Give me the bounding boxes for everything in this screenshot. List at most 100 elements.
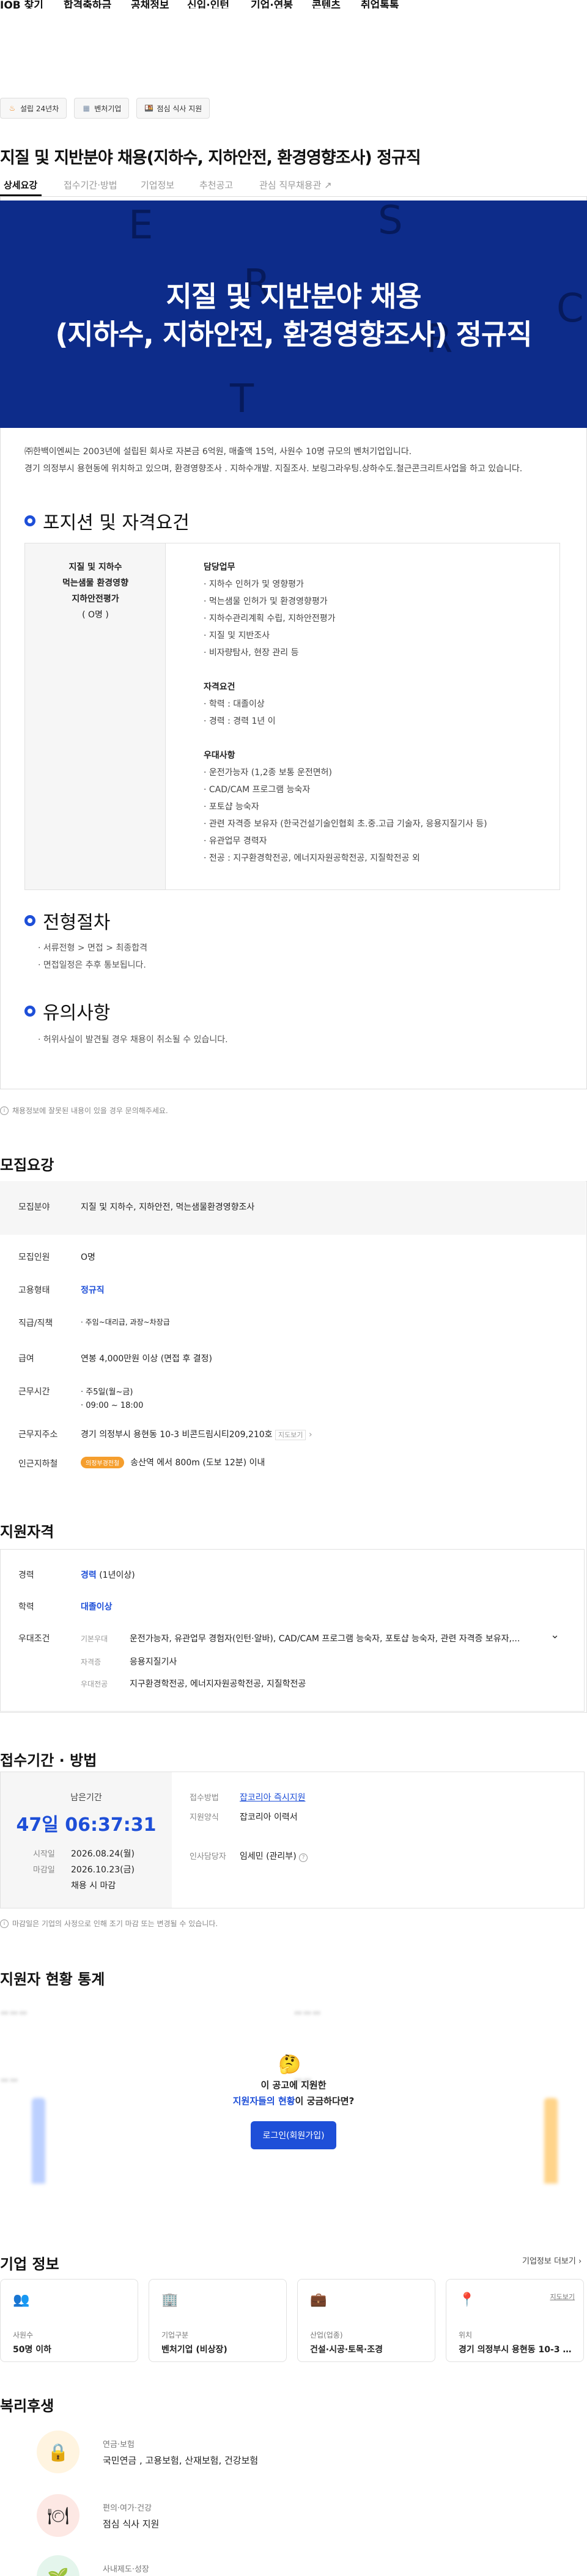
position-table: 지질 및 지하수 먹는샘물 환경영향 지하안전평가 ( O명 ) 담당업무 · … (24, 543, 560, 890)
welfare-value: 국민연금 , 고용보험, 산재보험, 건강보험 (103, 2455, 259, 2466)
caution-heading: 유의사항 (24, 998, 110, 1025)
pref-key: 기본우대 (81, 1635, 108, 1643)
banner-title-line2: (지하수, 지하안전, 환경영향조사) 정규직 (55, 318, 532, 351)
process-heading: 전형절차 (24, 907, 110, 934)
process-item: · 서류전형 > 면접 > 최종합격 (38, 943, 147, 953)
recruit-label: 고용형태 (18, 1286, 50, 1295)
login-button[interactable]: 로그인(회원가입) (251, 2121, 336, 2149)
section-dot-icon (24, 515, 35, 526)
nav-item[interactable]: 기업·연봉 (251, 0, 293, 9)
active-tab-indicator (0, 194, 42, 196)
stats-blurred-area: ▬▬▬ ▬▬▬ ▬▬ ▬▬ (0, 1994, 585, 2239)
start-label: 시작일 (33, 1850, 55, 1859)
recruit-label: 인근지하철 (18, 1459, 58, 1469)
top-navigation: JOB 찾기 합격축하금 공채정보 신입·인턴 기업·연봉 콘텐츠 취업톡톡 (0, 0, 587, 9)
caution-item: · 허위사실이 발견될 경우 채용이 취소될 수 있습니다. (38, 1035, 228, 1045)
recruit-label: 직급/직책 (18, 1319, 53, 1328)
briefcase-icon: 💼 (310, 2292, 327, 2308)
chip-meal: 🍱 점심 식사 지원 (136, 98, 210, 119)
company-intro: ㈜한백이엔씨는 2003년에 설립된 회사로 자본금 6억원, 매출액 15억,… (24, 447, 412, 457)
section-dot-icon (24, 1006, 35, 1017)
stats-line1: 이 공고에 지원한 (260, 2080, 327, 2091)
banner-title-line1: 지질 및 지반분야 채용 (166, 280, 422, 313)
chevron-right-icon: › (308, 1430, 312, 1440)
nav-item[interactable]: JOB 찾기 (0, 0, 43, 9)
nav-item[interactable]: 합격축하금 (64, 0, 111, 9)
tab-recommend[interactable]: 추천공고 (199, 178, 233, 191)
pref-item: · CAD/CAM 프로그램 능숙자 (204, 785, 311, 795)
tab-company[interactable]: 기업정보 (141, 178, 174, 191)
position-name: 지질 및 지하수 (68, 562, 122, 572)
company-more-link[interactable]: 기업정보 더보기 › (522, 2254, 581, 2266)
growth-icon: 🌱 (37, 2555, 79, 2576)
form-value: 잡코리아 이력서 (240, 1812, 298, 1822)
nav-item[interactable]: 신입·인턴 (187, 0, 229, 9)
duty-item: · 지하수관리계획 수립, 지하안전평가 (204, 614, 336, 624)
qualify-label: 우대조건 (18, 1634, 50, 1644)
recruit-value: 지질 및 지하수, 지하안전, 먹는샘물환경영향조사 (81, 1202, 255, 1212)
info-icon: i (0, 1106, 9, 1115)
pref-item: · 운전가능자 (1,2종 보통 운전면허) (204, 768, 333, 778)
thinking-emoji-icon: 🤔 (278, 2054, 301, 2075)
detail-tabs: 상세요강 접수기간·방법 기업정보 추천공고 관심 직무채용관 ↗ (0, 172, 587, 197)
welfare-label: 연금·보험 (103, 2440, 135, 2449)
recruit-value: · 주임~대리급, 과장~차장급 (81, 1318, 170, 1327)
welfare-heading: 복리후생 (0, 2398, 54, 2415)
qualify-heading: 지원자격 (0, 1523, 54, 1540)
duty-item: · 지질 및 지반조사 (204, 631, 270, 641)
recruit-label: 모집분야 (18, 1202, 50, 1212)
building-icon: ▦ (83, 104, 90, 112)
end-date: 2026.10.23(금) (71, 1865, 135, 1875)
external-link-icon: ↗ (324, 180, 332, 191)
chevron-down-icon[interactable]: ⌄ (550, 1628, 559, 1641)
company-card-employees: 👥 사원수 50명 이하 (0, 2279, 138, 2362)
position-count: ( O명 ) (82, 610, 109, 620)
meal-icon: 🍱 (144, 104, 153, 112)
company-intro: 경기 의정부시 용현동에 위치하고 있으며, 환경영향조사 . 지하수개발. 지… (24, 464, 523, 474)
job-title: 지질 및 지반분야 채용(지하수, 지하안전, 환경영향조사) 정규직 (0, 149, 421, 167)
tab-interest[interactable]: 관심 직무채용관 ↗ (259, 178, 332, 191)
section-dot-icon (24, 915, 35, 926)
qualify-label: 학력 (18, 1602, 34, 1612)
tab-detail[interactable]: 상세요강 (4, 178, 37, 191)
welfare-value: 점심 식사 지원 (103, 2519, 160, 2530)
nav-item[interactable]: 공채정보 (131, 0, 169, 9)
report-notice: i 채용정보에 잘못된 내용이 있을 경우 문의해주세요. (0, 1105, 168, 1116)
pension-icon: 🔒 (37, 2431, 79, 2473)
qual-title: 자격요건 (204, 682, 235, 692)
welfare-label: 편의·여가·건강 (103, 2504, 152, 2513)
stats-heading: 지원자 현황 통계 (0, 1971, 105, 1988)
welfare-label: 사내제도·성장 (103, 2565, 149, 2574)
chip-venture: ▦ 벤처기업 (74, 98, 130, 119)
duty-item: · 지하수 인허가 및 영향평가 (204, 580, 304, 589)
info-icon[interactable]: ? (299, 1853, 308, 1862)
recruit-label: 모집인원 (18, 1253, 50, 1262)
nav-item[interactable]: 취업톡톡 (361, 0, 399, 9)
qual-item: · 학력 : 대졸이상 (204, 699, 265, 709)
job-banner: E S R C R T 지질 및 지반분야 채용 (지하수, 지하안전, 환경영… (0, 201, 587, 428)
qual-item: · 경력 : 경력 1년 이 (204, 716, 276, 726)
pref-item: · 전공 : 지구환경학전공, 에너지자원공학전공, 지질학전공 외 (204, 853, 420, 863)
recruit-heading: 모집요강 (0, 1157, 54, 1174)
nav-item[interactable]: 콘텐츠 (312, 0, 341, 9)
recruit-value: 의정부경전철 송산역 에서 800m (도보 12분) 이내 (81, 1456, 265, 1468)
banner-letter: E (128, 203, 153, 248)
recruit-value: · 09:00 ~ 18:00 (81, 1401, 144, 1410)
tag-chips: ♨ 설립 24년차 ▦ 벤처기업 🍱 점심 식사 지원 (0, 98, 210, 119)
qualify-label: 경력 (18, 1570, 34, 1580)
duty-item: · 먹는샘물 인허가 및 환경영향평가 (204, 597, 328, 606)
pref-value: 지구환경학전공, 에너지자원공학전공, 지질학전공 (130, 1679, 306, 1689)
subway-line-badge: 의정부경전철 (81, 1457, 125, 1468)
map-link[interactable]: 지도보기 (275, 1430, 306, 1440)
hr-label: 인사담당자 (190, 1852, 226, 1861)
tab-apply[interactable]: 접수기간·방법 (64, 178, 117, 191)
recruit-value: O명 (81, 1253, 95, 1262)
position-name: 먹는샘물 환경영향 (62, 578, 128, 588)
remain-timer: 47일 06:37:31 (16, 1814, 157, 1836)
position-name: 지하안전평가 (72, 594, 119, 604)
recruit-label: 급여 (18, 1354, 34, 1364)
start-date: 2026.08.24(월) (71, 1849, 135, 1859)
method-link[interactable]: 잡코리아 즉시지원 (240, 1791, 306, 1803)
map-link[interactable]: 지도보기 (550, 2292, 575, 2302)
company-card-type: 🏢 기업구분 벤처기업 (비상장) (149, 2279, 287, 2362)
